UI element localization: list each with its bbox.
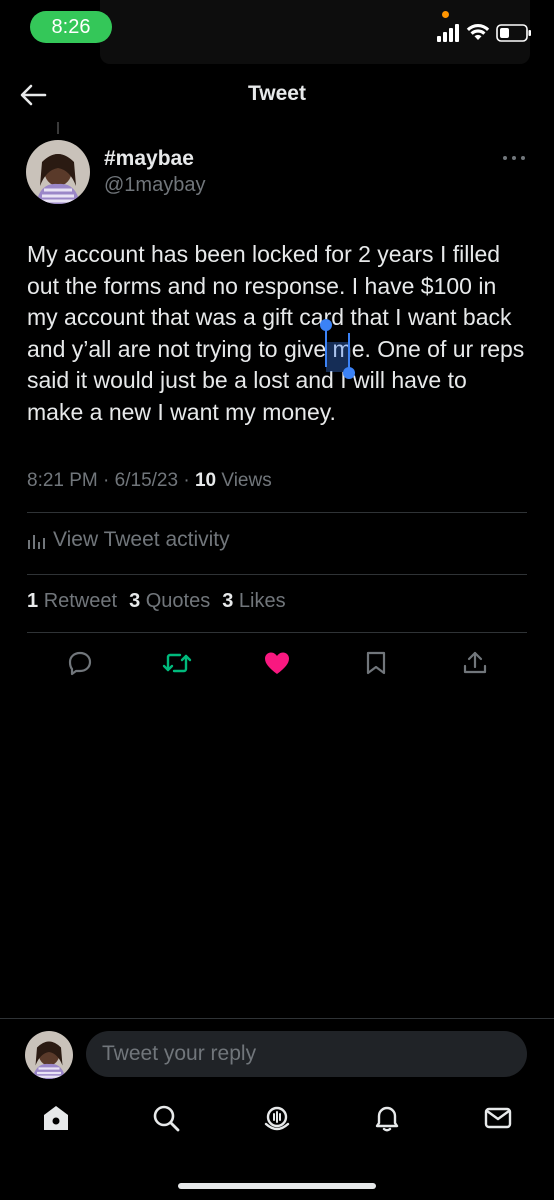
divider	[27, 512, 527, 513]
current-user-avatar[interactable]	[25, 1031, 73, 1079]
page-title: Tweet	[248, 82, 306, 105]
quotes-stat[interactable]: 3 Quotes	[129, 590, 210, 613]
more-options-button[interactable]	[500, 150, 528, 166]
like-button[interactable]	[260, 646, 294, 680]
reply-bar-divider	[0, 1018, 554, 1019]
tweet-date: 6/15/23	[114, 470, 179, 491]
tweet-time: 8:21 PM	[27, 470, 98, 491]
wifi-icon	[466, 24, 490, 40]
likes-label: Likes	[238, 590, 286, 612]
avatar-image	[25, 1031, 73, 1079]
status-time: 8:26	[30, 11, 112, 43]
author-username[interactable]: @1maybay	[104, 174, 205, 197]
retweet-icon	[162, 653, 192, 673]
bottom-navigation	[0, 1100, 554, 1148]
selection-end-handle[interactable]	[343, 367, 355, 379]
activity-label: View Tweet activity	[53, 528, 230, 551]
selection-start-handle[interactable]	[320, 319, 332, 331]
tweet-meta: 8:21 PM · 6/15/23 · 10 Views	[27, 470, 272, 492]
cellular-signal-icon	[437, 24, 459, 42]
notifications-icon	[375, 1106, 399, 1132]
nav-spaces[interactable]	[259, 1100, 295, 1136]
home-indicator[interactable]	[178, 1183, 376, 1189]
analytics-icon	[28, 535, 45, 549]
author-display-name[interactable]: #maybae	[104, 147, 194, 171]
privacy-indicator-dot	[442, 11, 449, 18]
divider	[27, 574, 527, 575]
avatar-image	[26, 140, 90, 204]
retweets-count: 1	[27, 590, 39, 612]
bookmark-icon	[366, 651, 386, 675]
reply-input[interactable]: Tweet your reply	[86, 1031, 527, 1077]
bookmark-button[interactable]	[359, 646, 393, 680]
tweet-text[interactable]: My account has been locked for 2 years I…	[27, 239, 527, 428]
retweets-stat[interactable]: 1 Retweet	[27, 590, 117, 613]
tweet-header: Tweet	[0, 66, 554, 122]
spaces-icon	[264, 1106, 290, 1131]
thread-line	[57, 122, 59, 134]
nav-search[interactable]	[148, 1100, 184, 1136]
reply-icon	[68, 651, 92, 676]
views-count: 10	[194, 470, 217, 491]
search-icon	[153, 1105, 180, 1132]
retweets-label: Retweet	[43, 590, 118, 612]
status-bar: 8:26	[0, 0, 554, 64]
views-label: Views	[221, 470, 272, 491]
selection-start-bar	[325, 325, 327, 367]
battery-icon	[496, 24, 531, 42]
meta-separator: ·	[103, 470, 110, 491]
divider	[27, 632, 527, 633]
likes-stat[interactable]: 3 Likes	[222, 590, 285, 613]
author-avatar[interactable]	[26, 140, 90, 204]
quotes-count: 3	[129, 590, 141, 612]
engagement-stats: 1 Retweet 3 Quotes 3 Likes	[27, 590, 286, 613]
likes-count: 3	[222, 590, 234, 612]
retweet-button[interactable]	[160, 646, 194, 680]
view-tweet-activity-link[interactable]: View Tweet activity	[27, 528, 230, 552]
reply-button[interactable]	[63, 646, 97, 680]
more-horizontal-icon	[503, 156, 525, 160]
nav-notifications[interactable]	[369, 1100, 405, 1136]
heart-icon	[265, 652, 289, 674]
messages-icon	[484, 1107, 512, 1129]
meta-separator: ·	[183, 470, 190, 491]
share-button[interactable]	[458, 646, 492, 680]
nav-messages[interactable]	[480, 1100, 516, 1136]
tweet-actions	[0, 646, 554, 680]
home-icon	[44, 1106, 68, 1130]
nav-home[interactable]	[38, 1100, 74, 1136]
share-icon	[463, 651, 487, 674]
quotes-label: Quotes	[145, 590, 211, 612]
